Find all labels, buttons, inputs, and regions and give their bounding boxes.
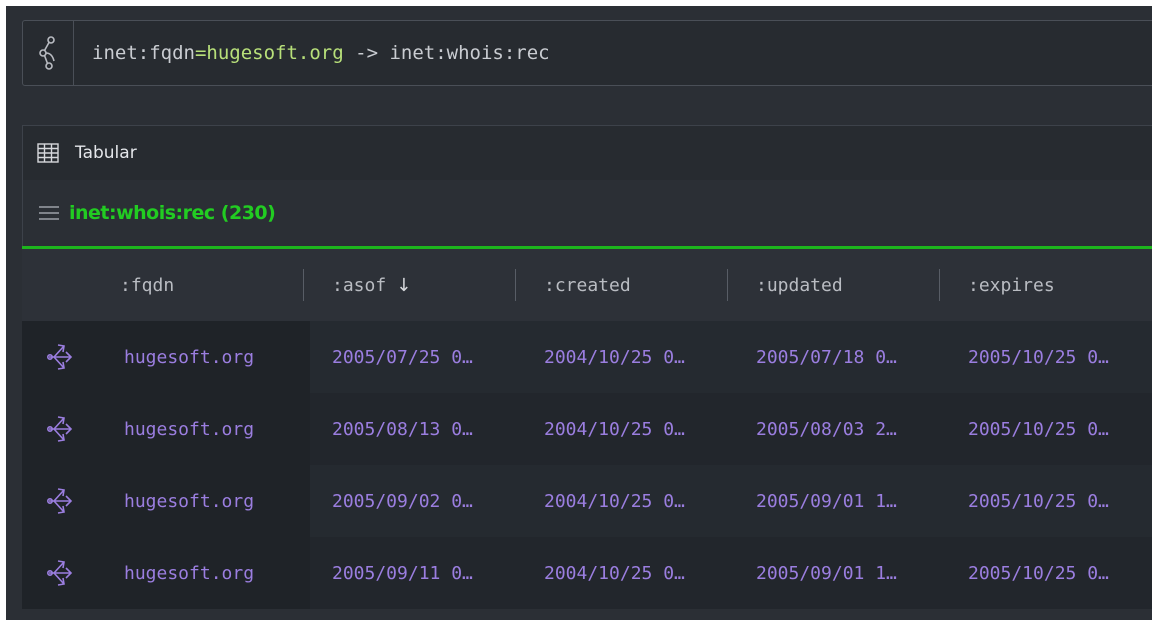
table-grid-icon — [37, 143, 59, 163]
column-header-label: :updated — [756, 274, 843, 296]
cell-fqdn[interactable]: hugesoft.org — [98, 537, 310, 609]
query-bar[interactable]: inet:fqdn=hugesoft.org -> inet:whois:rec — [22, 20, 1152, 86]
column-resize-handle[interactable] — [727, 269, 728, 301]
column-header-label: :asof — [332, 274, 387, 296]
cell-updated[interactable]: 2005/08/03 2… — [734, 393, 946, 465]
column-header-updated[interactable]: :updated — [734, 249, 946, 321]
query-target: inet:whois:rec — [389, 42, 550, 64]
cell-expires[interactable]: 2005/10/25 0… — [946, 465, 1152, 537]
cell-fqdn[interactable]: hugesoft.org — [98, 393, 310, 465]
app-window: inet:fqdn=hugesoft.org -> inet:whois:rec… — [6, 6, 1152, 620]
column-header-label: :fqdn — [120, 274, 175, 296]
cell-fqdn[interactable]: hugesoft.org — [98, 321, 310, 393]
form-title[interactable]: inet:whois:rec (230) — [69, 202, 276, 224]
column-header-fqdn[interactable]: :fqdn — [98, 249, 310, 321]
query-operator: -> — [343, 42, 390, 64]
column-resize-handle[interactable] — [939, 269, 940, 301]
column-header-label: :expires — [968, 274, 1055, 296]
column-header-label: :created — [544, 274, 631, 296]
table-row[interactable]: hugesoft.org 2005/09/02 0… 2004/10/25 0…… — [22, 465, 1152, 537]
cell-created[interactable]: 2004/10/25 0… — [522, 393, 734, 465]
cell-expires[interactable]: 2005/10/25 0… — [946, 321, 1152, 393]
cell-asof[interactable]: 2005/09/11 0… — [310, 537, 522, 609]
table-row[interactable]: hugesoft.org 2005/09/11 0… 2004/10/25 0…… — [22, 537, 1152, 609]
query-eq: = — [194, 42, 207, 64]
cell-created[interactable]: 2004/10/25 0… — [522, 465, 734, 537]
pivot-arrows-icon[interactable] — [22, 537, 98, 609]
panel-title: Tabular — [75, 143, 137, 163]
cell-expires[interactable]: 2005/10/25 0… — [946, 393, 1152, 465]
column-header-expires[interactable]: :expires — [946, 249, 1152, 321]
column-header-created[interactable]: :created — [522, 249, 734, 321]
cell-asof[interactable]: 2005/08/13 0… — [310, 393, 522, 465]
table-header-row: :fqdn :asof ↓ :created :updated :expires — [22, 249, 1152, 321]
cell-created[interactable]: 2004/10/25 0… — [522, 321, 734, 393]
storm-query-icon[interactable] — [23, 21, 74, 85]
column-resize-handle[interactable] — [515, 269, 516, 301]
table-row[interactable]: hugesoft.org 2005/08/13 0… 2004/10/25 0…… — [22, 393, 1152, 465]
cell-updated[interactable]: 2005/09/01 1… — [734, 465, 946, 537]
cell-expires[interactable]: 2005/10/25 0… — [946, 537, 1152, 609]
results-table: :fqdn :asof ↓ :created :updated :expires — [22, 249, 1152, 609]
sort-descending-icon[interactable]: ↓ — [396, 275, 411, 296]
column-header-asof[interactable]: :asof ↓ — [310, 249, 522, 321]
pivot-arrows-icon[interactable] — [22, 393, 98, 465]
menu-icon[interactable] — [37, 204, 61, 222]
cell-fqdn[interactable]: hugesoft.org — [98, 465, 310, 537]
form-header[interactable]: inet:whois:rec (230) — [22, 180, 1152, 246]
cell-asof[interactable]: 2005/09/02 0… — [310, 465, 522, 537]
cell-updated[interactable]: 2005/07/18 0… — [734, 321, 946, 393]
cell-created[interactable]: 2004/10/25 0… — [522, 537, 734, 609]
query-prop: inet:fqdn — [92, 42, 195, 64]
pivot-arrows-icon[interactable] — [22, 321, 98, 393]
column-header-actions — [22, 249, 98, 321]
query-value: hugesoft.org — [206, 42, 344, 64]
tabular-panel-header: Tabular — [22, 125, 1152, 180]
column-resize-handle[interactable] — [303, 269, 304, 301]
pivot-arrows-icon[interactable] — [22, 465, 98, 537]
query-input[interactable]: inet:fqdn=hugesoft.org -> inet:whois:rec — [74, 42, 550, 64]
cell-updated[interactable]: 2005/09/01 1… — [734, 537, 946, 609]
cell-asof[interactable]: 2005/07/25 0… — [310, 321, 522, 393]
table-row[interactable]: hugesoft.org 2005/07/25 0… 2004/10/25 0…… — [22, 321, 1152, 393]
